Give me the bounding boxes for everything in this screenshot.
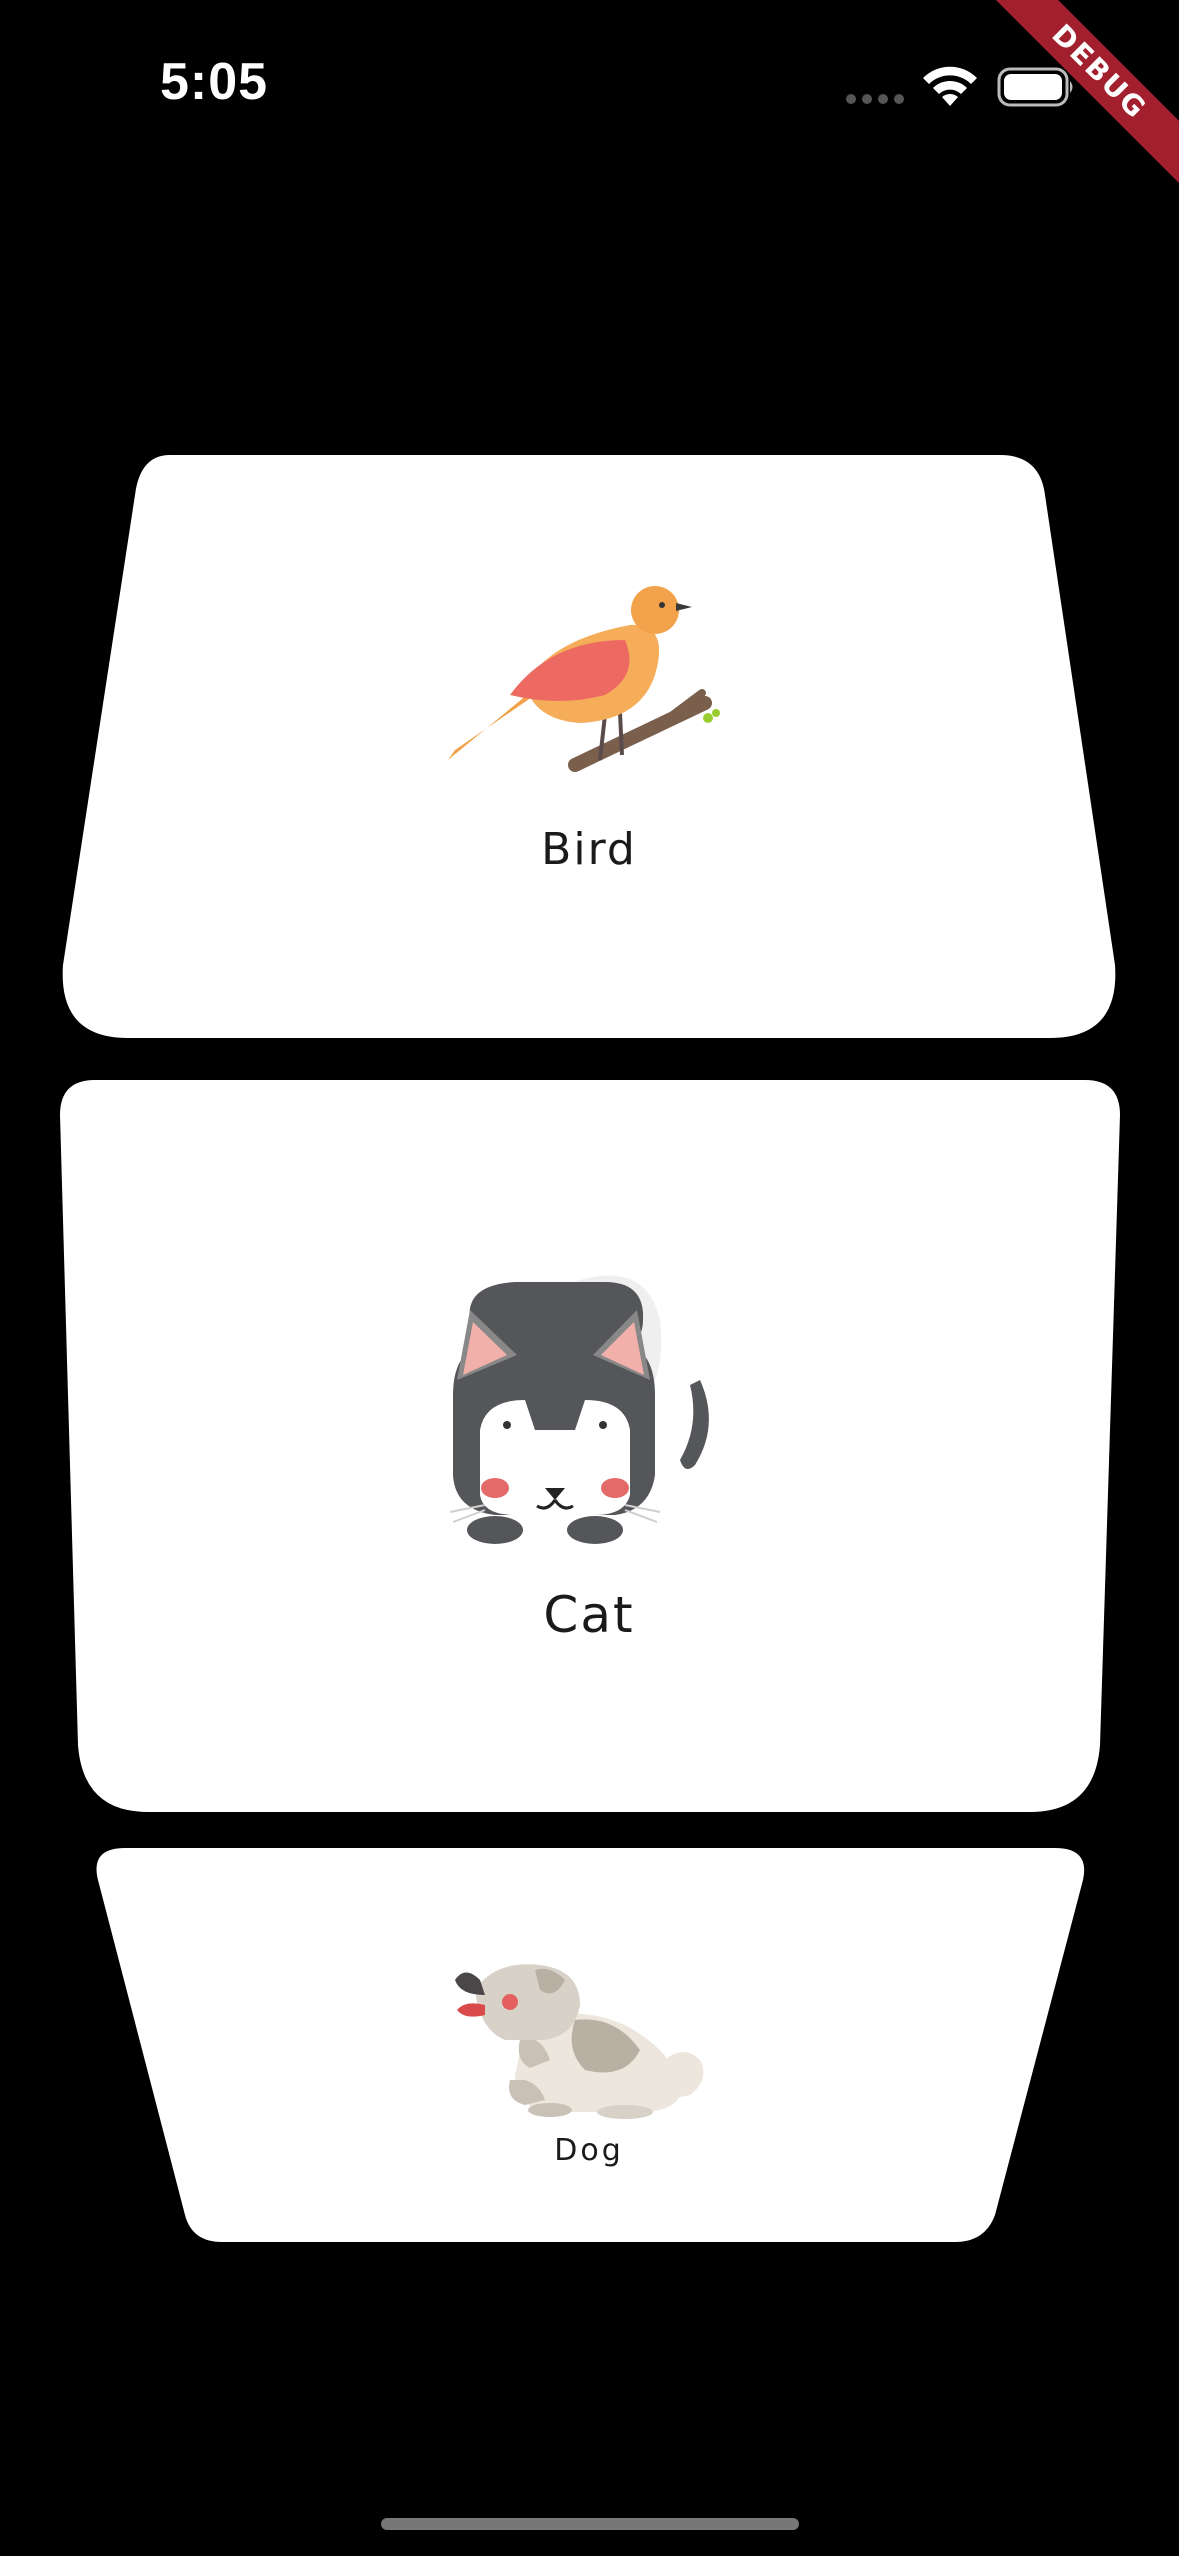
signal-dots-icon [846,94,904,104]
dog-icon [455,1964,704,2119]
cat-card-label: Cat [543,1586,635,1644]
bird-card-label: Bird [541,824,637,875]
bird-icon [448,586,720,772]
wifi-icon [923,66,977,106]
dog-card-label: Dog [554,2133,624,2168]
debug-banner-container: DEBUG [979,0,1179,200]
debug-banner: DEBUG [979,0,1179,194]
status-bar-time: 5:05 [160,53,269,111]
cat-icon [449,1275,709,1544]
home-indicator[interactable] [381,2518,799,2530]
